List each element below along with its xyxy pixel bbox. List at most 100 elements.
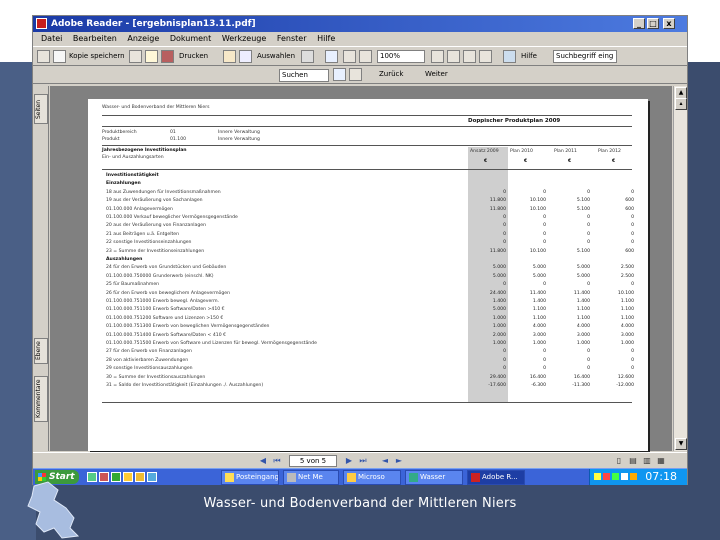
menu-hilfe[interactable]: Hilfe: [317, 34, 335, 43]
table-cell-value: 0: [587, 223, 590, 229]
binoculars-icon[interactable]: [333, 68, 346, 81]
facing-icon[interactable]: ▥: [641, 455, 653, 467]
excel-icon[interactable]: [111, 472, 121, 482]
help-icon[interactable]: [503, 50, 516, 63]
zoom-out-icon[interactable]: [343, 50, 356, 63]
tray-icon-3[interactable]: [612, 473, 619, 480]
table-cell-value: 0: [631, 223, 634, 229]
save-copy-button[interactable]: Kopie speichern: [69, 52, 125, 60]
table-cell-value: 0: [543, 349, 546, 355]
find-next-button[interactable]: Weiter: [425, 70, 448, 78]
actual-size-icon[interactable]: [431, 50, 444, 63]
table-row-label: Auszahlungen: [106, 257, 143, 262]
page-indicator[interactable]: 5 von 5: [289, 455, 337, 467]
snapshot-icon[interactable]: [301, 50, 314, 63]
fit-page-icon[interactable]: [447, 50, 460, 63]
menu-anzeige[interactable]: Anzeige: [127, 34, 159, 43]
messenger-icon[interactable]: [135, 472, 145, 482]
outlook-task-icon: [225, 473, 234, 482]
table-cell-value: 2.500: [620, 265, 634, 271]
pdf-page: Wasser- und Bodenverband der Mittleren N…: [88, 99, 648, 451]
menu-bar: Datei Bearbeiten Anzeige Dokument Werkze…: [33, 32, 687, 46]
clock: 07:18: [645, 470, 677, 483]
open-folder-icon[interactable]: [37, 50, 50, 63]
tray-icon-4[interactable]: [621, 473, 628, 480]
go-back-icon[interactable]: ◄: [379, 455, 391, 467]
tray-icon-2[interactable]: [603, 473, 610, 480]
menu-datei[interactable]: Datei: [41, 34, 62, 43]
scroll-page-up-icon[interactable]: ▴: [675, 98, 687, 110]
table-cell-value: 5.000: [532, 265, 546, 271]
table-cell-value: 0: [503, 231, 506, 237]
table-row-label: 24 für den Erwerb von Grundstücken und G…: [106, 265, 227, 271]
table-cell-value: 0: [503, 349, 506, 355]
find-options-icon[interactable]: [349, 68, 362, 81]
task-posteingang[interactable]: Posteingang: [221, 470, 279, 485]
menu-bearbeiten[interactable]: Bearbeiten: [73, 34, 117, 43]
ie-icon[interactable]: [147, 472, 157, 482]
table-cell-value: 5.100: [576, 198, 590, 204]
last-page-icon[interactable]: ⏭: [357, 455, 369, 467]
table-cell-value: 1.400: [532, 299, 546, 304]
doc-meta-k: Produkt: [102, 137, 120, 142]
printer-icon[interactable]: [161, 50, 174, 63]
status-bar: ⏮ ◀ 5 von 5 ▶ ⏭ ◄ ► ▯ ▤ ▥ ▦: [33, 452, 687, 468]
help-button[interactable]: Hilfe: [521, 52, 537, 60]
task-netme[interactable]: Net Me: [283, 470, 339, 485]
title-bar: Adobe Reader - [ergebnisplan13.11.pdf] _…: [33, 16, 687, 32]
table-cell-value: 0: [503, 366, 506, 372]
table-cell-value: 11.400: [573, 290, 590, 296]
email-icon[interactable]: [129, 50, 142, 63]
previous-page-icon[interactable]: ◀: [257, 455, 269, 467]
table-cell-value: -17.600: [488, 383, 506, 388]
first-page-icon[interactable]: ⏮: [271, 455, 283, 467]
fit-width-icon[interactable]: [463, 50, 476, 63]
slide-left-band: [0, 62, 36, 540]
search-field[interactable]: Suchbegriff eing: [553, 50, 617, 63]
single-page-icon[interactable]: ▯: [613, 455, 625, 467]
task-microsoft[interactable]: Microso: [343, 470, 401, 485]
continuous-facing-icon[interactable]: ▦: [655, 455, 667, 467]
table-cell-value: 2.000: [492, 332, 506, 338]
hand-tool-icon[interactable]: [223, 50, 236, 63]
menu-werkzeuge[interactable]: Werkzeuge: [222, 34, 266, 43]
table-cell-value: 5.000: [492, 265, 506, 271]
table-row-label: 25 für Baumaßnahmen: [106, 282, 160, 288]
table-cell-value: 0: [587, 282, 590, 288]
select-button[interactable]: Auswahlen: [257, 52, 295, 60]
taskbar: Start Posteingang Net Me Microso Wasser …: [33, 468, 687, 485]
table-cell-value: 0: [587, 357, 590, 363]
rotate-icon[interactable]: [479, 50, 492, 63]
tab-layers[interactable]: Ebene: [34, 338, 48, 364]
vertical-scrollbar[interactable]: ▲ ▴ ▼: [673, 86, 687, 451]
tab-comments[interactable]: Kommentare: [34, 376, 48, 422]
menu-fenster[interactable]: Fenster: [277, 34, 307, 43]
scroll-down-icon[interactable]: ▼: [675, 438, 687, 450]
tray-icon-5[interactable]: [630, 473, 637, 480]
table-cell-value: 0: [503, 282, 506, 288]
find-previous-button[interactable]: Zurück: [379, 70, 403, 78]
close-button[interactable]: x: [663, 18, 675, 29]
zoom-level-field[interactable]: 100%: [377, 50, 425, 63]
next-page-icon[interactable]: ▶: [343, 455, 355, 467]
minimize-button[interactable]: _: [633, 18, 645, 29]
tab-pages[interactable]: Seiten: [34, 94, 48, 124]
menu-dokument[interactable]: Dokument: [170, 34, 211, 43]
tray-icon-1[interactable]: [594, 473, 601, 480]
select-tool-icon[interactable]: [239, 50, 252, 63]
find-field[interactable]: Suchen: [279, 69, 329, 82]
print-button[interactable]: Drucken: [179, 52, 208, 60]
restore-button[interactable]: □: [647, 18, 659, 29]
table-cell-value: 10.100: [529, 206, 546, 212]
task-adobe[interactable]: Adobe R...: [467, 470, 525, 485]
continuous-icon[interactable]: ▤: [627, 455, 639, 467]
zoom-in-icon[interactable]: [325, 50, 338, 63]
doc-title-rule: [102, 126, 632, 127]
task-wasser[interactable]: Wasser: [405, 470, 463, 485]
go-forward-icon[interactable]: ►: [393, 455, 405, 467]
print-icon[interactable]: [145, 50, 158, 63]
zoom-in-button-icon[interactable]: [359, 50, 372, 63]
explorer-icon[interactable]: [123, 472, 133, 482]
table-row-label: 23 = Summe der Investitionseinzahlungen: [106, 248, 205, 254]
save-icon[interactable]: [53, 50, 66, 63]
